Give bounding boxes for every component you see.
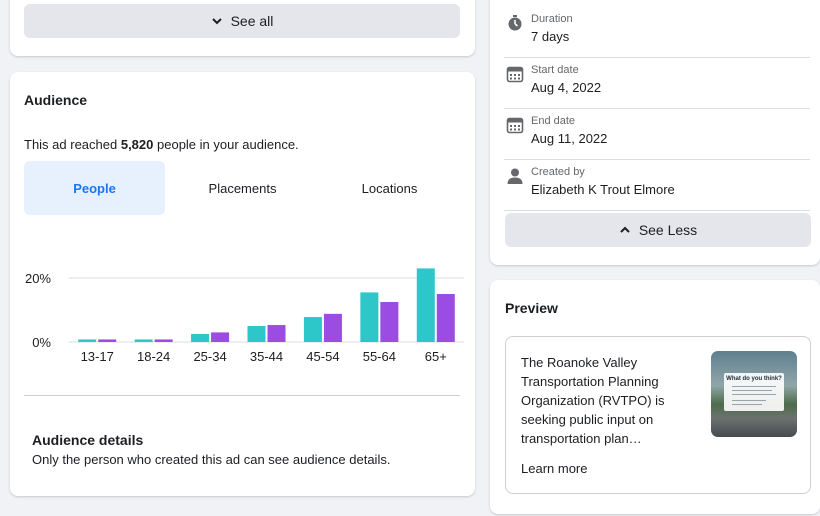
x-tick-label: 65+ [425,349,447,364]
row-divider [504,108,810,109]
tab-placements[interactable]: Placements [172,161,313,215]
ad-details-card: Duration 7 days Start date Aug 4, 2022 E… [490,0,820,265]
learn-more-link[interactable]: Learn more [521,461,587,476]
end-date-label: End date [531,115,576,127]
see-less-button[interactable]: See Less [505,213,811,247]
ad-thumbnail-image: What do you think? [711,351,797,437]
x-tick-label: 13-17 [81,349,114,364]
thumbnail-heading: What do you think? [726,376,782,382]
bar [191,334,210,342]
calendar-icon [506,66,524,83]
bar [211,332,230,342]
x-tick-label: 18-24 [137,349,170,364]
created-by-label: Created by [531,166,585,178]
ad-preview-text: The Roanoke Valley Transportation Planni… [521,355,665,446]
y-tick-label: 20% [25,271,51,286]
x-tick-label: 55-64 [363,349,396,364]
age-distribution-chart: 20% 0% 13-17 18-24 25-34 35-44 45-54 55-64 65+ [25,268,464,364]
bar [78,339,97,342]
chevron-down-icon [211,18,222,25]
chevron-up-icon [620,226,630,233]
row-divider [504,159,810,160]
ad-preview[interactable]: The Roanoke Valley Transportation Planni… [505,336,811,494]
preview-card: Preview The Roanoke Valley Transportatio… [490,280,820,514]
stopwatch-icon [508,15,522,31]
x-tick-label: 25-34 [193,349,226,364]
duration-label: Duration [531,13,573,25]
row-divider [504,210,810,211]
row-divider [504,57,810,58]
reach-count: 5,820 [120,137,154,152]
bar [134,339,153,342]
calendar-icon [506,117,524,134]
divider [24,395,460,396]
created-by-value: Elizabeth K Trout Elmore [531,182,675,197]
bar [416,268,435,342]
x-tick-label: 45-54 [306,349,339,364]
audience-details-text: Only the person who created this ad can … [32,452,391,467]
see-less-label: See Less [638,222,698,238]
reach-summary: This ad reached 5,820 people in your aud… [24,137,299,152]
audience-details-title: Audience details [32,432,144,448]
preview-title: Preview [505,300,558,316]
thumbnail-panel: What do you think? [724,373,784,411]
bar [267,325,286,342]
x-tick-label: 35-44 [250,349,283,364]
end-date-value: Aug 11, 2022 [531,131,608,146]
bar [303,317,322,342]
bar [247,326,266,342]
bar [360,292,379,342]
start-date-row: Start date Aug 4, 2022 [504,59,810,109]
person-icon [507,168,523,184]
tab-people[interactable]: People [24,161,165,215]
reach-suffix: people in your audience. [153,137,299,152]
audience-card: Audience This ad reached 5,820 people in… [10,72,475,496]
bar [154,339,173,342]
see-all-label: See all [230,13,274,29]
tab-locations[interactable]: Locations [319,161,460,215]
start-date-label: Start date [531,64,579,76]
duration-value: 7 days [531,29,570,44]
bar [323,313,342,342]
end-date-row: End date Aug 11, 2022 [504,110,810,160]
y-tick-label: 0% [32,335,51,350]
bar [380,302,399,342]
bar [436,294,455,342]
bar [98,339,117,342]
start-date-value: Aug 4, 2022 [531,80,602,95]
see-all-button[interactable]: See all [24,4,460,38]
duration-row: Duration 7 days [504,8,810,58]
created-by-row: Created by Elizabeth K Trout Elmore [504,161,810,211]
top-card: See all [10,0,475,56]
audience-title: Audience [24,92,88,108]
reach-prefix: This ad reached [24,137,121,152]
